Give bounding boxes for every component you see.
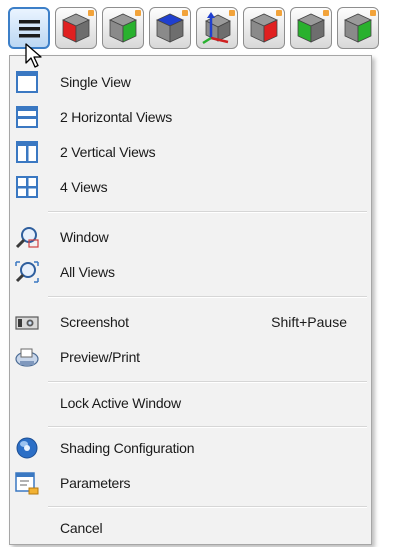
parameters-icon <box>15 472 39 495</box>
menu-item-label: All Views <box>60 264 115 280</box>
zoom-all-views-icon <box>15 261 39 283</box>
menu-item-label: Screenshot <box>60 314 129 330</box>
overflow-view-button[interactable] <box>337 7 379 49</box>
menu-item-all-views[interactable]: All Views <box>10 256 371 288</box>
axes-view-button[interactable] <box>196 7 238 49</box>
menu-item-shortcut: Shift+Pause <box>271 314 347 330</box>
right-view-button[interactable] <box>290 7 332 49</box>
menu-item-4-views[interactable]: 4 Views <box>10 171 371 203</box>
side-view-button[interactable] <box>102 7 144 49</box>
two-vertical-views-icon <box>16 141 38 163</box>
top-view-button[interactable] <box>149 7 191 49</box>
menu-item-label: Lock Active Window <box>60 395 181 411</box>
menu-separator <box>48 426 367 428</box>
cube-red-left-icon <box>250 13 278 43</box>
camera-icon <box>15 316 39 330</box>
menu-separator <box>48 506 367 508</box>
menu-item-label: 4 Views <box>60 179 108 195</box>
cube-blue-top-icon <box>156 13 184 43</box>
menu-item-window[interactable]: Window <box>10 221 371 253</box>
two-horizontal-views-icon <box>16 106 38 128</box>
menu-item-label: Single View <box>60 74 131 90</box>
menu-item-cancel[interactable]: Cancel <box>10 512 371 544</box>
single-view-icon <box>16 71 38 93</box>
menu-item-label: 2 Vertical Views <box>60 144 156 160</box>
mouse-pointer-icon <box>25 43 42 68</box>
zoom-window-icon <box>15 227 39 249</box>
menu-item-parameters[interactable]: Parameters <box>10 467 371 499</box>
cube-axes-icon <box>202 12 231 45</box>
four-views-icon <box>16 176 38 198</box>
cube-red-front-icon <box>62 13 90 43</box>
menu-item-label: 2 Horizontal Views <box>60 109 173 125</box>
left-view-button[interactable] <box>243 7 285 49</box>
cube-green-right-icon <box>297 13 325 43</box>
menu-item-label: Window <box>60 229 109 245</box>
menu-item-single-view[interactable]: Single View <box>10 66 371 98</box>
cube-green-side-icon <box>109 13 137 43</box>
menu-item-label: Parameters <box>60 475 131 491</box>
printer-icon <box>15 348 39 367</box>
menu-item-shading-configuration[interactable]: Shading Configuration <box>10 432 371 464</box>
menu-item-2-horizontal-views[interactable]: 2 Horizontal Views <box>10 101 371 133</box>
menu-separator <box>48 296 367 298</box>
front-view-button[interactable] <box>55 7 97 49</box>
menu-item-label: Shading Configuration <box>60 440 195 456</box>
menu-item-screenshot[interactable]: Screenshot Shift+Pause <box>10 306 371 338</box>
shading-sphere-icon <box>16 437 38 459</box>
menu-item-lock-active-window[interactable]: Lock Active Window <box>10 387 371 419</box>
view-toolbar <box>8 7 397 51</box>
menu-item-preview-print[interactable]: Preview/Print <box>10 341 371 373</box>
view-dropdown-menu: Single View 2 Horizontal Views 2 Vertica… <box>9 55 372 545</box>
menu-item-label: Preview/Print <box>60 349 140 365</box>
cube-partial-icon <box>344 13 372 43</box>
menu-separator <box>48 211 367 213</box>
menu-item-label: Cancel <box>60 520 103 536</box>
menu-item-2-vertical-views[interactable]: 2 Vertical Views <box>10 136 371 168</box>
menu-separator <box>48 381 367 383</box>
